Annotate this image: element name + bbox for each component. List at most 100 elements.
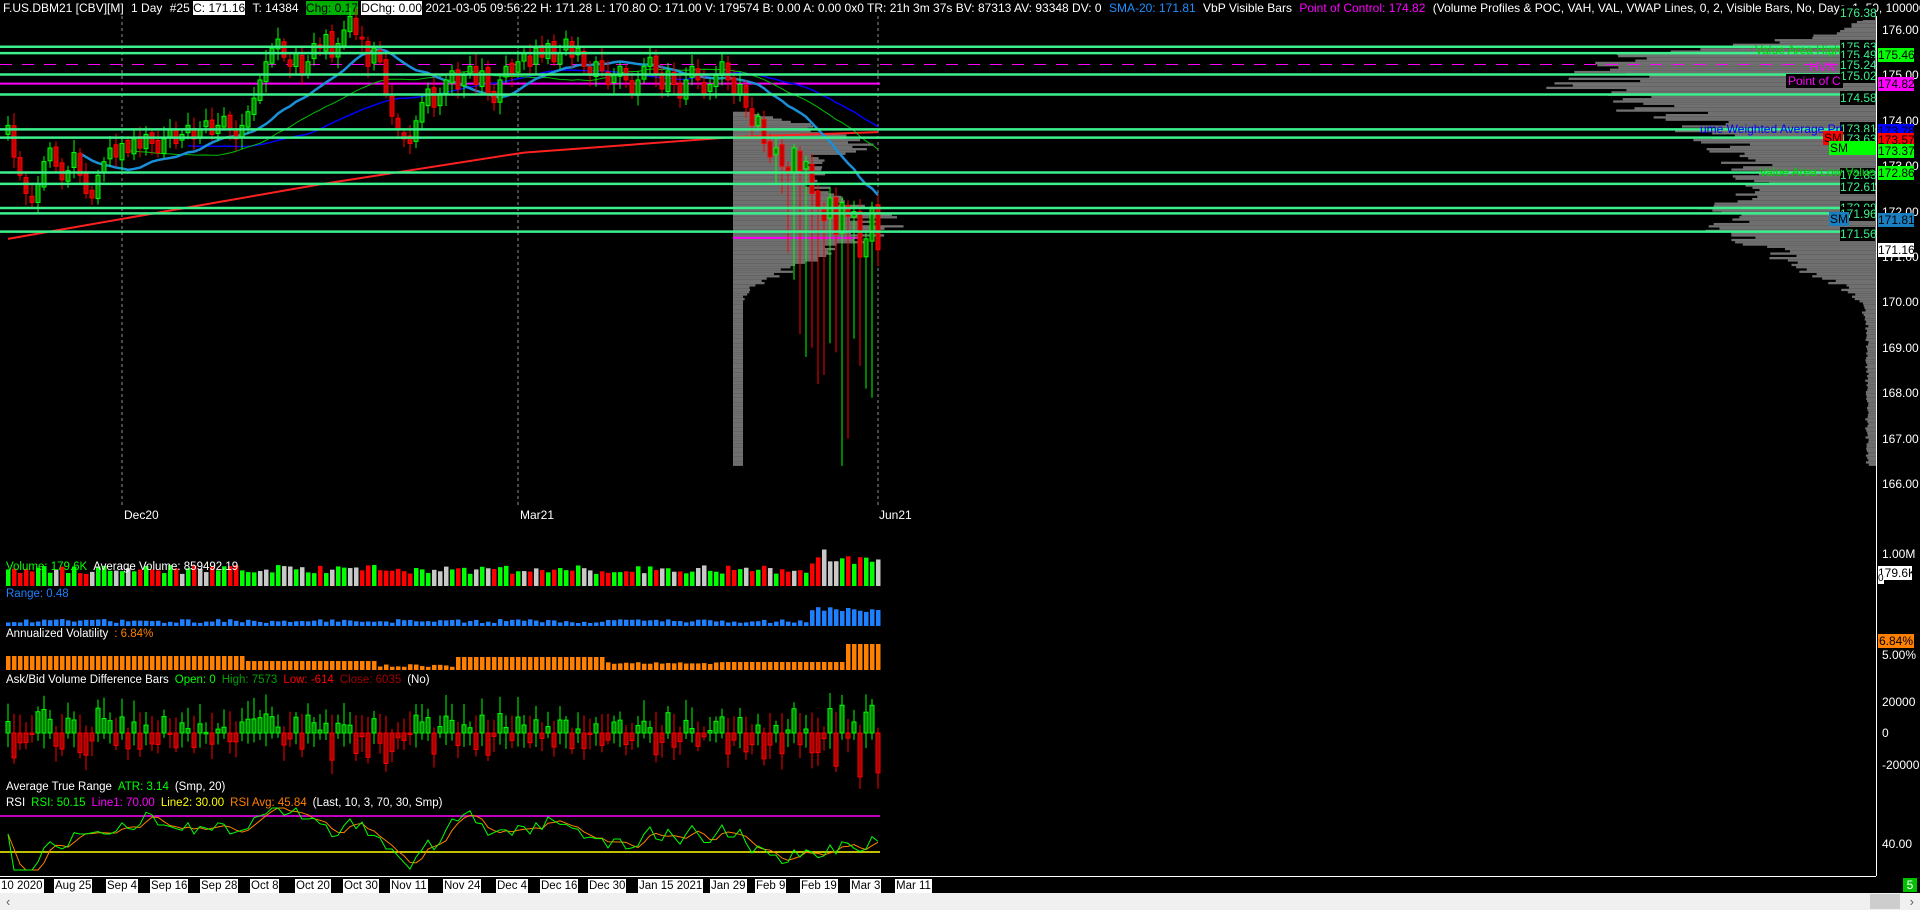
candle-body [287, 59, 293, 67]
range-bar [132, 620, 137, 626]
scrollbar-thumb[interactable] [1870, 894, 1900, 909]
volume-bar [630, 571, 635, 586]
volume-bar [780, 569, 785, 586]
level-value-label: 174.58 [1840, 91, 1877, 106]
volume-profile-bar-right [1868, 411, 1876, 414]
volume-bar [180, 573, 185, 586]
volume-bar [636, 566, 641, 586]
askbid-body [719, 716, 725, 734]
volume-profile-bar-left [733, 263, 796, 267]
volume-bar [552, 569, 557, 586]
volume-profile-bar-left [733, 384, 743, 387]
price-chart[interactable] [0, 0, 1876, 876]
volume-profile-bar-right [1813, 34, 1876, 37]
volume-profile-bar-left [733, 166, 823, 169]
askbid-body [107, 720, 113, 734]
atr-value: ATR: 3.14 [117, 781, 169, 793]
askbid-body [701, 732, 707, 738]
date-axis-label: Nov 24 [443, 879, 482, 893]
volatility-bar [204, 656, 209, 670]
volume-profile-bar-left [733, 379, 743, 382]
volume-profile-bar-right [1856, 20, 1876, 24]
range-bar [618, 619, 623, 626]
horizontal-scrollbar[interactable]: ‹ › [0, 893, 1920, 910]
volatility-bar [714, 662, 719, 670]
range-bar [162, 622, 167, 626]
volume-bar [480, 566, 485, 586]
candle-body [761, 119, 767, 144]
volume-profile-bar-left [733, 159, 825, 162]
volume-profile-bar-right [1866, 406, 1876, 410]
volume-bar [786, 571, 791, 586]
volatility-axis-level: 5.00% [1882, 648, 1917, 662]
askbid-body [287, 732, 293, 740]
price-axis-label: 167.00 [1882, 431, 1919, 446]
range-bar [522, 620, 527, 626]
volume-profile-bar-right [1616, 109, 1876, 112]
askbid-body [305, 714, 311, 734]
volume-profile-bar-left [733, 363, 743, 366]
volatility-bar [492, 657, 497, 670]
volume-bar [462, 567, 467, 586]
askbid-body [161, 716, 167, 734]
volatility-bar [456, 657, 461, 670]
range-bar [660, 621, 665, 626]
level-value-label: 175.02 [1840, 69, 1877, 84]
volume-profile-bar-left [733, 413, 743, 416]
volume-profile-bar-left [733, 440, 743, 444]
candle-body [569, 40, 575, 58]
volatility-bar [654, 662, 659, 670]
volatility-bar [864, 644, 869, 670]
volume-bar [408, 573, 413, 586]
range-bar [258, 621, 263, 626]
volume-profile-bar-right [1863, 302, 1876, 305]
range-bar [192, 622, 197, 626]
range-bar [426, 621, 431, 626]
volume-bar [540, 570, 545, 586]
volatility-bar [108, 656, 113, 670]
volume-profile-bar-right [1867, 420, 1876, 423]
volatility-bar [570, 657, 575, 670]
volume-bar [402, 571, 407, 586]
volume-profile-bar-left [733, 395, 743, 398]
askbid-body [35, 711, 41, 734]
askbid-high: High: 7573 [221, 674, 278, 686]
range-bar [48, 620, 53, 626]
volume-profile-bar-right [1865, 427, 1876, 430]
askbid-body [125, 732, 131, 750]
month-label-dec20: Dec20 [124, 508, 159, 522]
volatility-bar [312, 661, 317, 670]
scroll-left-icon[interactable]: ‹ [6, 893, 10, 910]
volatility-bar [222, 656, 227, 670]
volume-profile-bar-left [733, 454, 743, 457]
volume-profile-bar-right [1626, 89, 1876, 92]
volume-profile-bar-left [733, 429, 743, 432]
volume-profile-bar-left [733, 438, 743, 441]
volume-profile-bar-right [1866, 331, 1876, 335]
volume-bar [750, 571, 755, 586]
volume-profile-bar-left [733, 195, 842, 199]
price-axis-label: 168.00 [1882, 386, 1919, 401]
volatility-bar [828, 662, 833, 670]
range-bar [504, 621, 509, 626]
range-bar [348, 620, 353, 626]
volume-bar [624, 571, 629, 586]
range-bar [420, 621, 425, 626]
volatility-bar [96, 656, 101, 670]
range-bar [210, 621, 215, 626]
candle-body [395, 117, 401, 131]
scroll-right-icon[interactable]: › [1910, 893, 1914, 910]
candle-body [203, 120, 209, 128]
candle-body [563, 38, 569, 51]
volume-bar [378, 570, 383, 586]
askbid-body [563, 719, 569, 734]
volatility-bar [594, 657, 599, 670]
askbid-body [533, 719, 539, 734]
volatility-bar [444, 665, 449, 670]
volume-profile-bar-right [1867, 354, 1876, 357]
volume-profile-bar-right [1799, 270, 1876, 273]
volume-bar [876, 559, 881, 586]
volume-profile-bar-left [733, 291, 750, 294]
volatility-bar [786, 662, 791, 670]
volume-profile-bar-left [733, 163, 808, 167]
